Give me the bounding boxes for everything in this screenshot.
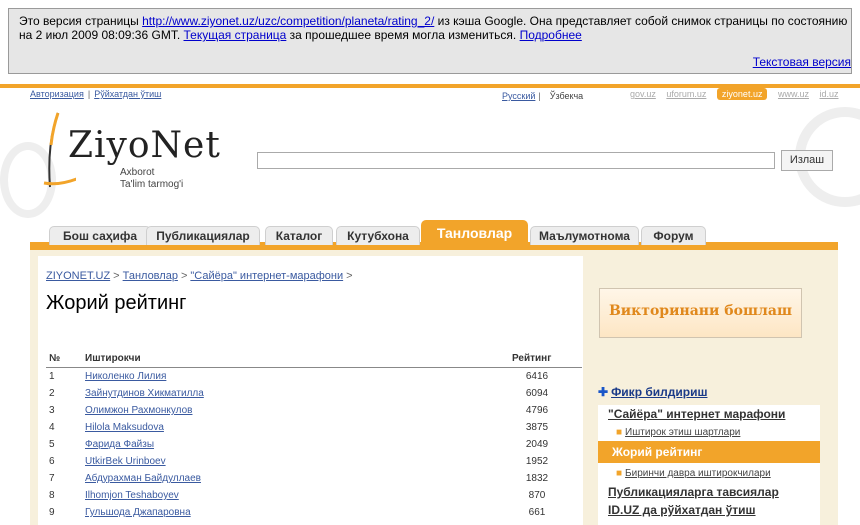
- network-sites: gov.uz uforum.uz ziyonet.uz www.uz id.uz: [630, 88, 847, 100]
- table-row: 8 Ilhomjon Teshaboyev 870: [49, 490, 546, 501]
- page-title: Жорий рейтинг: [46, 292, 187, 314]
- search-input[interactable]: [257, 152, 775, 169]
- header-num: №: [49, 353, 61, 364]
- content-area: ZIYONET.UZ > Танловлар > "Сайёра" интернет-м…: [30, 250, 838, 525]
- table-row: 9 Гульшода Джапаровна 661: [49, 507, 546, 518]
- participant-link[interactable]: Зайнутдинов Хикматилла: [85, 388, 204, 399]
- table-row: 6 UtkirBek Urinboev 1952: [49, 456, 549, 467]
- site-link-uforum[interactable]: uforum.uz: [666, 89, 706, 99]
- table-row: 4 Hilola Maksudova 3875: [49, 422, 549, 433]
- site-link-id[interactable]: id.uz: [820, 89, 839, 99]
- text-version-link[interactable]: Текстовая версия: [753, 55, 851, 69]
- breadcrumb-home[interactable]: ZIYONET.UZ: [46, 270, 110, 282]
- header-score: Рейтинг: [512, 353, 552, 364]
- bullet-icon: ■: [616, 427, 623, 438]
- cache-banner: Это версия страницы http://www.ziyonet.u…: [8, 8, 852, 74]
- more-info-link[interactable]: Подробнее: [520, 28, 582, 42]
- tab-contests[interactable]: Танловлар: [421, 220, 528, 245]
- sidebar-item-publication-tips[interactable]: Публикацияларга тавсиялар: [608, 485, 830, 499]
- lang-ru-link[interactable]: Русский: [502, 91, 535, 101]
- auth-links: Авторизация | Рўйхатдан ўтиш: [30, 89, 162, 99]
- main-column: ZIYONET.UZ > Танловлар > "Сайёра" интернет-м…: [38, 256, 583, 525]
- table-row: 1 Николенко Лилия 6416: [49, 371, 549, 382]
- top-bar: Авторизация | Рўйхатдан ўтиш Русский | Ўзбек…: [0, 88, 860, 102]
- language-switcher: Русский | Ўзбекча: [502, 91, 584, 101]
- participant-link[interactable]: UtkirBek Urinboev: [85, 456, 166, 467]
- sidebar-subitem-first-round[interactable]: ■ Биринчи давра иштирокчилари: [616, 468, 838, 479]
- start-quiz-banner[interactable]: Викторинани бошлаш: [599, 288, 802, 338]
- tab-publications[interactable]: Публикациялар: [146, 226, 260, 245]
- participant-link[interactable]: Hilola Maksudova: [85, 422, 164, 433]
- tab-library[interactable]: Кутубхона: [336, 226, 420, 245]
- feedback-label[interactable]: Фикр билдириш: [611, 385, 707, 399]
- sidebar-item-marathon[interactable]: "Сайёра" интернет марафони: [608, 407, 830, 421]
- participant-link[interactable]: Абдурахман Байдуллаев: [85, 473, 201, 484]
- plus-icon: ✚: [598, 385, 609, 399]
- tab-reference[interactable]: Маълумотнома: [530, 226, 639, 245]
- table-row: 3 Олимжон Рахмонкулов 4796: [49, 405, 549, 416]
- search-button[interactable]: Излаш: [781, 150, 833, 171]
- feedback-link[interactable]: ✚ Фикр билдириш: [598, 385, 707, 399]
- tab-home[interactable]: Бош саҳифа: [49, 226, 151, 245]
- tab-catalog[interactable]: Каталог: [265, 226, 333, 245]
- table-row: 7 Абдурахман Байдуллаев 1832: [49, 473, 549, 484]
- sidebar-menu: "Сайёра" интернет марафони ■ Иштирок этиш…: [598, 405, 820, 525]
- participant-link[interactable]: Гульшода Джапаровна: [85, 507, 191, 518]
- sidebar-item-idzu-register[interactable]: ID.UZ да рўйхатдан ўтиш: [608, 503, 830, 517]
- participant-link[interactable]: Фарида Файзы: [85, 439, 154, 450]
- logo-tagline-1: Axborot: [120, 167, 155, 178]
- ziyonet-logo[interactable]: ZiyoNet Axborot Ta'lim tarmog'i: [30, 105, 230, 195]
- site-link-gov[interactable]: gov.uz: [630, 89, 656, 99]
- current-page-link[interactable]: Текущая страница: [184, 28, 287, 42]
- logo-wordmark: ZiyoNet: [68, 125, 221, 166]
- table-header: № Иштирокчи Рейтинг: [46, 351, 582, 368]
- table-row: 2 Зайнутдинов Хикматилла 6094: [49, 388, 549, 399]
- cache-banner-text: Это версия страницы http://www.ziyonet.u…: [19, 14, 848, 42]
- participant-link[interactable]: Олимжон Рахмонкулов: [85, 405, 192, 416]
- cached-url-link[interactable]: http://www.ziyonet.uz/uzc/competition/pl…: [142, 14, 434, 28]
- breadcrumb: ZIYONET.UZ > Танловлар > "Сайёра" интернет-м…: [46, 270, 353, 282]
- participant-link[interactable]: Николенко Лилия: [85, 371, 166, 382]
- login-link[interactable]: Авторизация: [30, 89, 84, 99]
- bullet-icon: ■: [616, 468, 623, 479]
- breadcrumb-marathon[interactable]: "Сайёра" интернет-марафони: [190, 270, 343, 282]
- sidebar-item-current-rating[interactable]: Жорий рейтинг: [598, 441, 820, 463]
- register-link[interactable]: Рўйхатдан ўтиш: [94, 89, 161, 99]
- table-row: 5 Фарида Файзы 2049: [49, 439, 549, 450]
- site-link-www[interactable]: www.uz: [778, 89, 809, 99]
- breadcrumb-contests[interactable]: Танловлар: [123, 270, 178, 282]
- sidebar-subitem-rules[interactable]: ■ Иштирок этиш шартлари: [616, 427, 838, 438]
- header-name: Иштирокчи: [85, 353, 141, 364]
- lang-uz-current: Ўзбекча: [549, 91, 584, 101]
- participant-link[interactable]: Ilhomjon Teshaboyev: [85, 490, 179, 501]
- site-link-ziyonet-active[interactable]: ziyonet.uz: [716, 88, 768, 100]
- start-quiz-label: Викторинани бошлаш: [608, 303, 793, 319]
- main-nav: Бош саҳифа Публикациялар Каталог Кутубхо…: [30, 220, 838, 250]
- logo-tagline-2: Ta'lim tarmog'i: [120, 179, 184, 190]
- tab-forum[interactable]: Форум: [641, 226, 706, 245]
